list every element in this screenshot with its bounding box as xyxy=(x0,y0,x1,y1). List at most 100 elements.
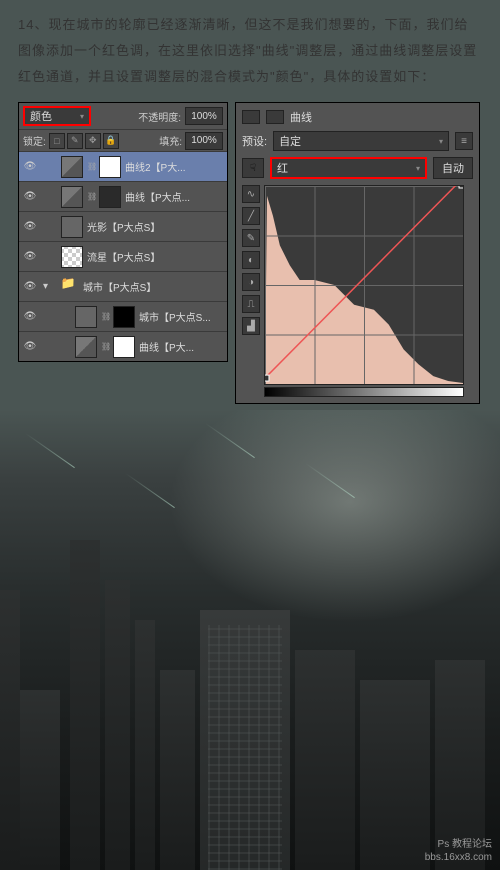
layer-row[interactable]: 👁 ⛓ 城市【P大点S... xyxy=(19,301,227,331)
image-thumb[interactable] xyxy=(75,306,97,328)
auto-button[interactable]: 自动 xyxy=(433,157,473,179)
building xyxy=(0,590,20,870)
lock-label: 锁定: xyxy=(23,133,46,148)
curve-line xyxy=(265,186,463,384)
curve-tools: ∿ ╱ ✎ ◐ ◑ ⎍ ▟ xyxy=(242,185,260,385)
layer-name: 曲线【P大点... xyxy=(125,189,225,204)
adjustment-icon xyxy=(266,110,284,124)
link-icon: ⛓ xyxy=(101,312,109,321)
building xyxy=(70,540,100,870)
mask-thumb[interactable] xyxy=(99,156,121,178)
fill-label: 填充: xyxy=(159,133,182,148)
adjustment-thumb[interactable] xyxy=(61,186,83,208)
lock-icons: □ ✎ ✥ 🔒 xyxy=(49,133,119,149)
link-icon: ⛓ xyxy=(87,192,95,201)
visibility-icon[interactable]: 👁 xyxy=(21,161,39,172)
lock-row: 锁定: □ ✎ ✥ 🔒 填充: 100% xyxy=(19,129,227,151)
curves-title: 曲线 xyxy=(290,109,312,125)
lock-position-icon[interactable]: ✥ xyxy=(85,133,101,149)
lock-all-icon[interactable]: 🔒 xyxy=(103,133,119,149)
opacity-label: 不透明度: xyxy=(138,109,181,124)
step-instruction: 14、现在城市的轮廓已经逐渐清晰，但这不是我们想要的，下面，我们给图像添加一个红… xyxy=(0,0,500,102)
visibility-icon[interactable]: 👁 xyxy=(21,251,39,262)
visibility-icon[interactable]: 👁 xyxy=(21,311,39,322)
preset-value: 自定 xyxy=(279,133,301,149)
layer-name: 城市【P大点S】 xyxy=(83,279,225,294)
watermark-line1: Ps 教程论坛 xyxy=(425,838,492,851)
building xyxy=(160,670,195,870)
building xyxy=(295,650,355,870)
building xyxy=(135,620,155,870)
image-thumb[interactable] xyxy=(61,216,83,238)
layer-name: 曲线【P大... xyxy=(139,339,225,354)
building xyxy=(200,610,290,870)
curves-graph[interactable] xyxy=(264,185,464,385)
preset-row: 预设: 自定 ▾ ≡ xyxy=(242,131,473,151)
layer-name: 流星【P大点S】 xyxy=(87,249,225,264)
layer-row[interactable]: 👁 ⛓ 曲线【P大点... xyxy=(19,181,227,211)
link-icon: ⛓ xyxy=(101,342,109,351)
watermark-line2: bbs.16xx8.com xyxy=(425,851,492,864)
folder-icon[interactable]: 📁 xyxy=(57,276,79,298)
layer-list: 👁 ⛓ 曲线2【P大... 👁 ⛓ 曲线【P大点... 👁 光影【P大点S】 xyxy=(19,151,227,361)
preset-label: 预设: xyxy=(242,133,267,149)
layer-row[interactable]: 👁 光影【P大点S】 xyxy=(19,211,227,241)
visibility-icon[interactable]: 👁 xyxy=(21,281,39,292)
blend-mode-select[interactable]: 颜色 ▾ xyxy=(23,106,91,126)
chevron-down-icon: ▾ xyxy=(416,164,420,173)
adjustment-thumb[interactable] xyxy=(75,336,97,358)
finger-tool-icon[interactable]: ☟ xyxy=(242,158,264,178)
curves-header: 曲线 xyxy=(242,109,473,125)
lock-paint-icon[interactable]: ✎ xyxy=(67,133,83,149)
visibility-icon[interactable]: 👁 xyxy=(21,191,39,202)
line-tool-icon[interactable]: ╱ xyxy=(242,207,260,225)
channel-value: 红 xyxy=(277,160,288,176)
layer-row[interactable]: 👁 ⛓ 曲线【P大... xyxy=(19,331,227,361)
histogram-icon[interactable]: ▟ xyxy=(242,317,260,335)
building xyxy=(105,580,130,870)
curves-panel: 曲线 预设: 自定 ▾ ≡ ☟ 红 ▾ 自动 ∿ xyxy=(235,102,480,404)
watermark: Ps 教程论坛 bbs.16xx8.com xyxy=(425,838,492,864)
layer-name: 城市【P大点S... xyxy=(139,309,225,324)
pencil-tool-icon[interactable]: ✎ xyxy=(242,229,260,247)
image-preview: Ps 教程论坛 bbs.16xx8.com xyxy=(0,410,500,870)
image-thumb[interactable] xyxy=(61,246,83,268)
layer-name: 光影【P大点S】 xyxy=(87,219,225,234)
chevron-down-icon: ▾ xyxy=(439,137,443,146)
visibility-icon[interactable]: 👁 xyxy=(21,341,39,352)
meteor-streak xyxy=(205,423,255,458)
menu-icon[interactable]: ≡ xyxy=(455,132,473,150)
blend-mode-value: 颜色 xyxy=(30,108,52,124)
opacity-field[interactable]: 100% xyxy=(185,107,223,125)
lock-transparency-icon[interactable]: □ xyxy=(49,133,65,149)
building xyxy=(360,680,430,870)
layers-panel: 颜色 ▾ 不透明度: 100% 锁定: □ ✎ ✥ 🔒 填充: 100% 👁 ⛓ xyxy=(18,102,228,362)
input-gradient xyxy=(264,387,464,397)
curve-tool-icon[interactable]: ∿ xyxy=(242,185,260,203)
fill-field[interactable]: 100% xyxy=(185,132,223,150)
layer-name: 曲线2【P大... xyxy=(125,159,225,174)
curves-icon xyxy=(242,110,260,124)
black-point-icon[interactable]: ◐ xyxy=(242,251,260,269)
layers-header: 颜色 ▾ 不透明度: 100% xyxy=(19,103,227,129)
meteor-streak xyxy=(305,463,355,498)
mask-thumb[interactable] xyxy=(113,336,135,358)
mask-thumb[interactable] xyxy=(113,306,135,328)
layer-row[interactable]: 👁 ▾ 📁 城市【P大点S】 xyxy=(19,271,227,301)
preset-select[interactable]: 自定 ▾ xyxy=(273,131,449,151)
link-icon: ⛓ xyxy=(87,162,95,171)
adjustment-thumb[interactable] xyxy=(61,156,83,178)
gray-point-icon[interactable]: ◑ xyxy=(242,273,260,291)
meteor-streak xyxy=(25,433,75,468)
visibility-icon[interactable]: 👁 xyxy=(21,221,39,232)
layer-row[interactable]: 👁 流星【P大点S】 xyxy=(19,241,227,271)
channel-select[interactable]: 红 ▾ xyxy=(270,157,427,179)
white-point-icon[interactable]: ⎍ xyxy=(242,295,260,313)
channel-row: ☟ 红 ▾ 自动 xyxy=(242,157,473,179)
chevron-down-icon[interactable]: ▾ xyxy=(43,281,53,292)
meteor-streak xyxy=(125,473,175,508)
chevron-down-icon: ▾ xyxy=(80,112,84,121)
building xyxy=(20,690,60,870)
mask-thumb[interactable] xyxy=(99,186,121,208)
layer-row[interactable]: 👁 ⛓ 曲线2【P大... xyxy=(19,151,227,181)
